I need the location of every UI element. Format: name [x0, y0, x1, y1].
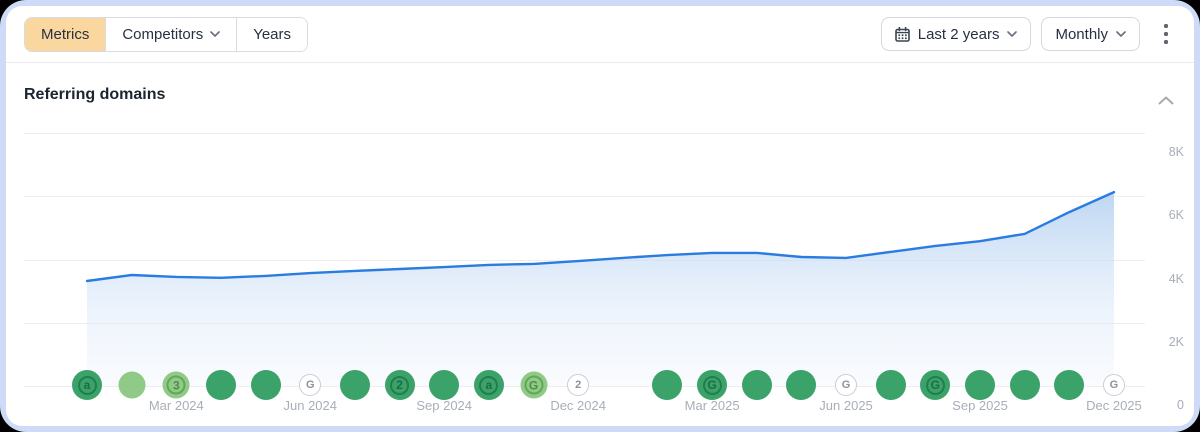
y-axis-label: 4K [1138, 272, 1184, 286]
y-axis-label: 2K [1138, 335, 1184, 349]
event-marker[interactable] [652, 370, 682, 400]
event-marker-g[interactable]: G [697, 370, 727, 400]
gridline [24, 260, 1145, 261]
metrics-card: Metrics Competitors Years [6, 6, 1194, 426]
event-marker-glyph: 2 [575, 379, 581, 391]
y-axis-label: 8K [1138, 145, 1184, 159]
gridline [24, 196, 1145, 197]
y-axis-label: 0 [1138, 398, 1184, 412]
gridline [24, 133, 1145, 134]
event-marker[interactable] [340, 370, 370, 400]
event-marker-glyph: a [479, 376, 498, 395]
event-marker-3[interactable]: 3 [163, 372, 190, 399]
event-marker-glyph: G [703, 376, 722, 395]
screenshot-frame: Metrics Competitors Years [0, 0, 1200, 432]
event-marker-glyph: G [842, 379, 851, 391]
event-marker-glyph: 2 [390, 376, 409, 395]
y-axis-label: 6K [1138, 208, 1184, 222]
event-marker-2[interactable]: 2 [385, 370, 415, 400]
x-axis-label: Jun 2024 [284, 398, 338, 413]
event-marker-g[interactable]: G [299, 374, 321, 396]
x-axis-label: Dec 2024 [550, 398, 606, 413]
event-marker-g[interactable]: G [1103, 374, 1125, 396]
x-axis-label: Mar 2024 [149, 398, 204, 413]
event-marker-glyph: G [1110, 379, 1119, 391]
event-marker[interactable] [429, 370, 459, 400]
x-axis-label: Mar 2025 [685, 398, 740, 413]
event-marker[interactable] [206, 370, 236, 400]
event-marker-g[interactable]: G [920, 370, 950, 400]
event-marker-g[interactable]: G [520, 372, 547, 399]
event-marker-glyph: 3 [167, 376, 186, 395]
event-marker[interactable] [876, 370, 906, 400]
event-marker[interactable] [251, 370, 281, 400]
event-marker-2[interactable]: 2 [567, 374, 589, 396]
event-marker-g[interactable]: G [835, 374, 857, 396]
event-marker[interactable] [1054, 370, 1084, 400]
referring-domains-chart: 8K 6K 4K 2K 0 a 3 G 2 a G 2 G G G G Mar 2024 Jun 2024 Sep … [6, 6, 1194, 426]
x-axis-label: Jun 2025 [819, 398, 873, 413]
event-marker[interactable] [1010, 370, 1040, 400]
x-axis-label: Dec 2025 [1086, 398, 1142, 413]
event-marker[interactable] [786, 370, 816, 400]
gridline [24, 323, 1145, 324]
event-marker-glyph: G [524, 376, 543, 395]
event-marker-a[interactable]: a [72, 370, 102, 400]
event-marker[interactable] [742, 370, 772, 400]
event-marker-glyph: G [926, 376, 945, 395]
event-marker-a[interactable]: a [474, 370, 504, 400]
event-marker-glyph: a [78, 376, 97, 395]
x-axis-label: Sep 2024 [416, 398, 472, 413]
referring-domains-area-chart [6, 6, 1194, 426]
event-marker[interactable] [118, 372, 145, 399]
x-axis-label: Sep 2025 [952, 398, 1008, 413]
event-marker[interactable] [965, 370, 995, 400]
event-marker-glyph: G [306, 379, 315, 391]
